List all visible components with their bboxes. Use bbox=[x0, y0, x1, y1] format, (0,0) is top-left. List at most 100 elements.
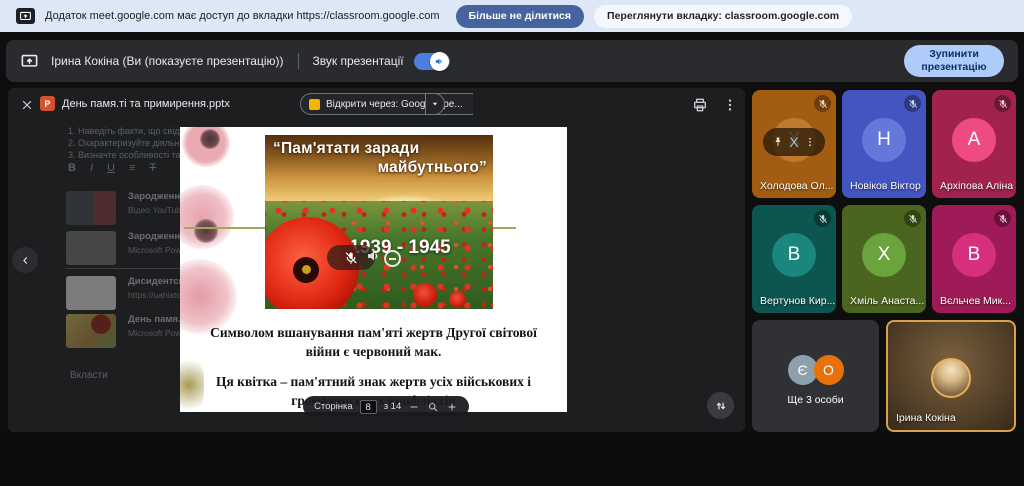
mic-off-icon bbox=[818, 99, 828, 109]
mic-off-icon bbox=[908, 214, 918, 224]
self-name: Ірина Кокіна bbox=[896, 412, 956, 424]
main-stage: 1. Наведіть факти, що свідчать пр... 2. … bbox=[0, 84, 1024, 432]
volume-control-icon[interactable] bbox=[384, 250, 401, 267]
mic-muted-badge bbox=[814, 95, 831, 112]
view-tab-button[interactable]: Переглянути вкладку: classroom.google.co… bbox=[594, 5, 852, 28]
slide-paragraph: Символом вшанування пам'яті жертв Другої… bbox=[209, 323, 539, 361]
slide-title-line1: “Пам'ятати заради bbox=[273, 140, 419, 157]
more-participants-tile[interactable]: Є O Ще 3 особи bbox=[752, 320, 879, 432]
poppy-flower bbox=[413, 283, 437, 307]
divider bbox=[298, 53, 299, 69]
flower-center bbox=[200, 129, 220, 149]
meet-screen: Додаток meet.google.com має доступ до вк… bbox=[0, 0, 1024, 486]
avatar: В bbox=[772, 233, 816, 277]
tab-sharing-banner: Додаток meet.google.com має доступ до вк… bbox=[0, 0, 1024, 32]
mic-muted-badge bbox=[814, 210, 831, 227]
list-icon[interactable]: ≡ bbox=[129, 162, 135, 174]
avatar: А bbox=[952, 118, 996, 162]
mic-off-icon bbox=[998, 214, 1008, 224]
format-toolbar: B I U ≡ T bbox=[68, 162, 156, 174]
page-total: з 14 bbox=[384, 401, 402, 412]
underline-icon[interactable]: U bbox=[107, 162, 115, 174]
google-slides-icon bbox=[309, 99, 320, 110]
attachment-thumbnail bbox=[66, 231, 116, 265]
attach-label[interactable]: Вкласти bbox=[70, 370, 108, 381]
more-options-icon[interactable] bbox=[722, 97, 738, 113]
slide-title: “Пам'ятати заради майбутнього” bbox=[273, 140, 487, 177]
participant-tile[interactable]: А Архіпова Аліна bbox=[932, 90, 1016, 198]
participant-tile[interactable]: В Вєльчев Мик... bbox=[932, 205, 1016, 313]
presentation-filename: День памя.ті та примирення.pptx bbox=[62, 98, 230, 110]
italic-icon[interactable]: I bbox=[90, 162, 93, 174]
page-controls: Сторінка 8 з 14 bbox=[303, 396, 469, 417]
bottom-control-bar: 08:54 tjm-fwmh-oxa 11 bbox=[0, 432, 1024, 486]
zoom-out-icon[interactable] bbox=[408, 401, 420, 413]
participant-tile[interactable]: Н Новіков Віктор bbox=[842, 90, 926, 198]
participant-name: Холодова Ол... bbox=[760, 180, 833, 192]
toggle-thumb bbox=[430, 52, 449, 71]
scroll-mode-button[interactable] bbox=[707, 392, 734, 419]
print-icon[interactable] bbox=[692, 97, 708, 113]
more-participants-label: Ще 3 особи bbox=[752, 394, 879, 406]
up-down-arrows-icon bbox=[714, 399, 728, 413]
mic-muted-badge bbox=[904, 210, 921, 227]
presenter-name: Ірина Кокіна (Ви (показуєте презентацію)… bbox=[51, 54, 284, 68]
page-label: Сторінка bbox=[314, 401, 353, 412]
participant-tile[interactable]: В Вертунов Кир... bbox=[752, 205, 836, 313]
mic-off-icon bbox=[998, 99, 1008, 109]
presentation-audio-label: Звук презентації bbox=[313, 54, 404, 68]
speaker-icon[interactable] bbox=[365, 247, 383, 265]
participant-name: Вертунов Кир... bbox=[760, 295, 835, 307]
more-options-icon[interactable] bbox=[804, 136, 816, 148]
mic-off-icon bbox=[344, 251, 358, 265]
avatar: O bbox=[814, 355, 844, 385]
participant-name: Вєльчев Мик... bbox=[940, 295, 1011, 307]
zoom-icon[interactable] bbox=[427, 401, 439, 413]
chevron-left-icon bbox=[19, 254, 32, 267]
speaker-icon bbox=[434, 56, 445, 67]
previous-button[interactable] bbox=[12, 247, 38, 273]
presenting-icon bbox=[20, 52, 39, 71]
mic-off-icon bbox=[908, 99, 918, 109]
participant-tile[interactable]: Х Х Холодова Ол... bbox=[752, 90, 836, 198]
slide-body-text: Символом вшанування пам'яті жертв Другої… bbox=[180, 323, 567, 361]
mic-muted-badge bbox=[994, 95, 1011, 112]
divider bbox=[66, 268, 196, 269]
participant-tile[interactable]: Х Хміль Анаста... bbox=[842, 205, 926, 313]
avatar-letter: Х bbox=[789, 134, 798, 150]
self-avatar-photo bbox=[931, 358, 971, 398]
participant-name: Хміль Анаста... bbox=[850, 295, 924, 307]
tile-hover-actions: Х bbox=[763, 128, 825, 156]
sharing-message: Додаток meet.google.com має доступ до вк… bbox=[45, 10, 440, 22]
bold-icon[interactable]: B bbox=[68, 162, 76, 174]
stop-sharing-button[interactable]: Більше не ділитися bbox=[456, 5, 584, 28]
attachment-thumbnail bbox=[66, 314, 116, 348]
poppy-flower bbox=[449, 291, 466, 308]
participant-name: Архіпова Аліна bbox=[940, 180, 1013, 192]
attachment-thumbnail bbox=[66, 191, 116, 225]
slide-title-line2: майбутнього” bbox=[273, 159, 487, 178]
powerpoint-file-icon: P bbox=[40, 96, 55, 111]
chevron-down-icon bbox=[429, 98, 441, 110]
presenter-bar: Ірина Кокіна (Ви (показуєте презентацію)… bbox=[6, 40, 1018, 82]
page-number-input[interactable]: 8 bbox=[360, 400, 377, 414]
clear-format-icon[interactable]: T bbox=[149, 162, 156, 174]
presentation-viewer: 1. Наведіть факти, що свідчать пр... 2. … bbox=[8, 88, 745, 432]
mic-off-icon bbox=[818, 214, 828, 224]
flower-center bbox=[194, 219, 218, 243]
avatar: Х bbox=[862, 233, 906, 277]
self-video-tile[interactable]: Ірина Кокіна bbox=[886, 320, 1016, 432]
poppy-field-image: “Пам'ятати заради майбутнього” 1939 - 19… bbox=[265, 135, 493, 309]
screen-share-icon bbox=[16, 8, 35, 24]
mic-muted-badge bbox=[994, 210, 1011, 227]
mic-muted-badge bbox=[904, 95, 921, 112]
pin-icon[interactable] bbox=[772, 136, 784, 148]
attachment-thumbnail bbox=[66, 276, 116, 310]
zoom-in-icon[interactable] bbox=[446, 401, 458, 413]
close-icon[interactable] bbox=[20, 98, 34, 112]
avatar: В bbox=[952, 233, 996, 277]
stop-presentation-button[interactable]: Зупинити презентацію bbox=[904, 45, 1004, 76]
presentation-audio-toggle[interactable] bbox=[414, 53, 450, 70]
participant-name: Новіков Віктор bbox=[850, 180, 921, 192]
open-with-button[interactable]: Відкрити через: Google Пре... bbox=[300, 93, 473, 115]
